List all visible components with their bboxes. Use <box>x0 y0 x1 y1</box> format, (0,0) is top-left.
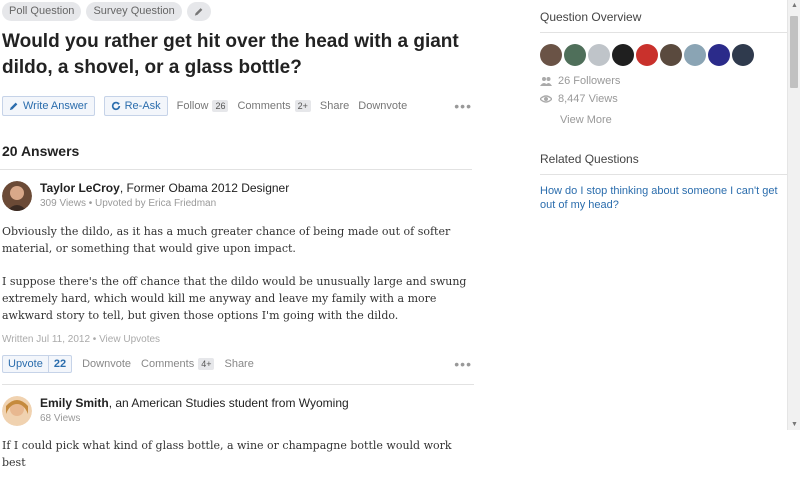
comments-label: Comments <box>141 358 195 370</box>
question-main: Poll Question Survey Question Would you … <box>0 0 480 487</box>
avatar[interactable] <box>564 44 586 66</box>
follow-label: Follow <box>176 100 209 112</box>
topic-tags: Poll Question Survey Question <box>0 0 480 21</box>
more-options-button[interactable]: ••• <box>454 356 472 372</box>
answer-actions: Upvote 22 Downvote Comments 4+ Share ••• <box>2 354 480 374</box>
scrollbar[interactable]: ▲ ▼ <box>787 0 800 430</box>
avatar[interactable] <box>540 44 562 66</box>
author-line: Taylor LeCroy, Former Obama 2012 Designe… <box>40 181 289 195</box>
answers-count: 20 Answers <box>2 143 80 159</box>
followers-stat[interactable]: 26 Followers <box>540 75 788 87</box>
answer-paragraph: If I could pick what kind of glass bottl… <box>2 439 452 469</box>
upvote-button[interactable]: Upvote 22 <box>2 355 73 373</box>
share-button[interactable]: Share <box>224 358 253 370</box>
answer-meta: 68 Views <box>40 413 81 424</box>
answer-meta: 309 Views • Upvoted by Erica Friedman <box>40 198 217 209</box>
answer-body: If I could pick what kind of glass bottl… <box>2 437 472 471</box>
avatar[interactable] <box>660 44 682 66</box>
divider <box>0 169 472 170</box>
refresh-icon <box>111 101 120 111</box>
downvote-button[interactable]: Downvote <box>82 358 131 370</box>
share-button[interactable]: Share <box>320 100 349 112</box>
tag-poll-question[interactable]: Poll Question <box>2 2 82 21</box>
divider <box>2 384 474 385</box>
answer-author: Emily Smith, an American Studies student… <box>2 396 480 426</box>
scroll-down-arrow-icon[interactable]: ▼ <box>791 421 798 428</box>
re-ask-label: Re-Ask <box>124 100 161 112</box>
write-answer-label: Write Answer <box>23 100 88 112</box>
comments-button[interactable]: Comments 2+ <box>237 100 311 112</box>
answer-author: Taylor LeCroy, Former Obama 2012 Designe… <box>2 181 480 211</box>
views-stat: 8,447 Views <box>540 93 788 105</box>
written-date[interactable]: Written Jul 11, 2012 • View Upvotes <box>2 334 480 345</box>
divider <box>540 32 788 33</box>
avatar[interactable] <box>636 44 658 66</box>
author-credential: , Former Obama 2012 Designer <box>119 181 290 195</box>
follow-count: 26 <box>212 100 229 112</box>
author-credential: , an American Studies student from Wyomi… <box>108 396 349 410</box>
comments-label: Comments <box>237 100 291 112</box>
scroll-up-arrow-icon[interactable]: ▲ <box>791 2 798 9</box>
avatar[interactable] <box>2 396 32 426</box>
divider <box>540 174 788 175</box>
scrollbar-thumb[interactable] <box>790 16 798 88</box>
pencil-icon <box>9 102 18 111</box>
answer-paragraph: Obviously the dildo, as it has a much gr… <box>2 225 451 255</box>
upvote-count: 22 <box>47 356 71 372</box>
comments-button[interactable]: Comments 4+ <box>141 358 215 370</box>
downvote-button[interactable]: Downvote <box>358 100 407 112</box>
people-icon <box>540 77 552 86</box>
answer-item: Taylor LeCroy, Former Obama 2012 Designe… <box>0 181 480 385</box>
write-answer-button[interactable]: Write Answer <box>2 96 95 116</box>
pencil-icon <box>194 8 203 16</box>
question-overview-title: Question Overview <box>540 10 642 24</box>
avatar[interactable] <box>2 181 32 211</box>
related-question-link[interactable]: How do I stop thinking about someone I c… <box>540 184 788 212</box>
sidebar: Question Overview 26 Followers 8,447 Vie… <box>540 0 788 212</box>
more-options-button[interactable]: ••• <box>454 98 472 114</box>
views-count: 8,447 Views <box>558 93 618 105</box>
related-questions-title: Related Questions <box>540 152 639 166</box>
author-name[interactable]: Taylor LeCroy <box>40 181 120 195</box>
avatar[interactable] <box>732 44 754 66</box>
comments-count: 2+ <box>294 100 311 112</box>
avatar[interactable] <box>588 44 610 66</box>
comments-count: 4+ <box>198 358 215 370</box>
follow-button[interactable]: Follow 26 <box>177 100 229 112</box>
avatar[interactable] <box>684 44 706 66</box>
eye-icon <box>540 95 552 103</box>
followers-count: 26 Followers <box>558 75 621 87</box>
question-title: Would you rather get hit over the head w… <box>2 31 459 78</box>
question-actions: Write Answer Re-Ask Follow 26 Comments 2… <box>0 95 480 117</box>
avatar[interactable] <box>708 44 730 66</box>
avatar[interactable] <box>612 44 634 66</box>
view-more-link[interactable]: View More <box>560 114 788 126</box>
upvote-label: Upvote <box>8 358 43 370</box>
follower-avatars <box>540 44 788 66</box>
edit-topics-button[interactable] <box>186 2 211 21</box>
answer-item: Emily Smith, an American Studies student… <box>0 396 480 471</box>
answer-body: Obviously the dildo, as it has a much gr… <box>2 223 472 324</box>
re-ask-button[interactable]: Re-Ask <box>103 96 168 116</box>
answer-paragraph: I suppose there's the off chance that th… <box>2 275 467 322</box>
author-name[interactable]: Emily Smith <box>40 396 109 410</box>
author-line: Emily Smith, an American Studies student… <box>40 396 349 410</box>
tag-survey-question[interactable]: Survey Question <box>86 2 182 21</box>
